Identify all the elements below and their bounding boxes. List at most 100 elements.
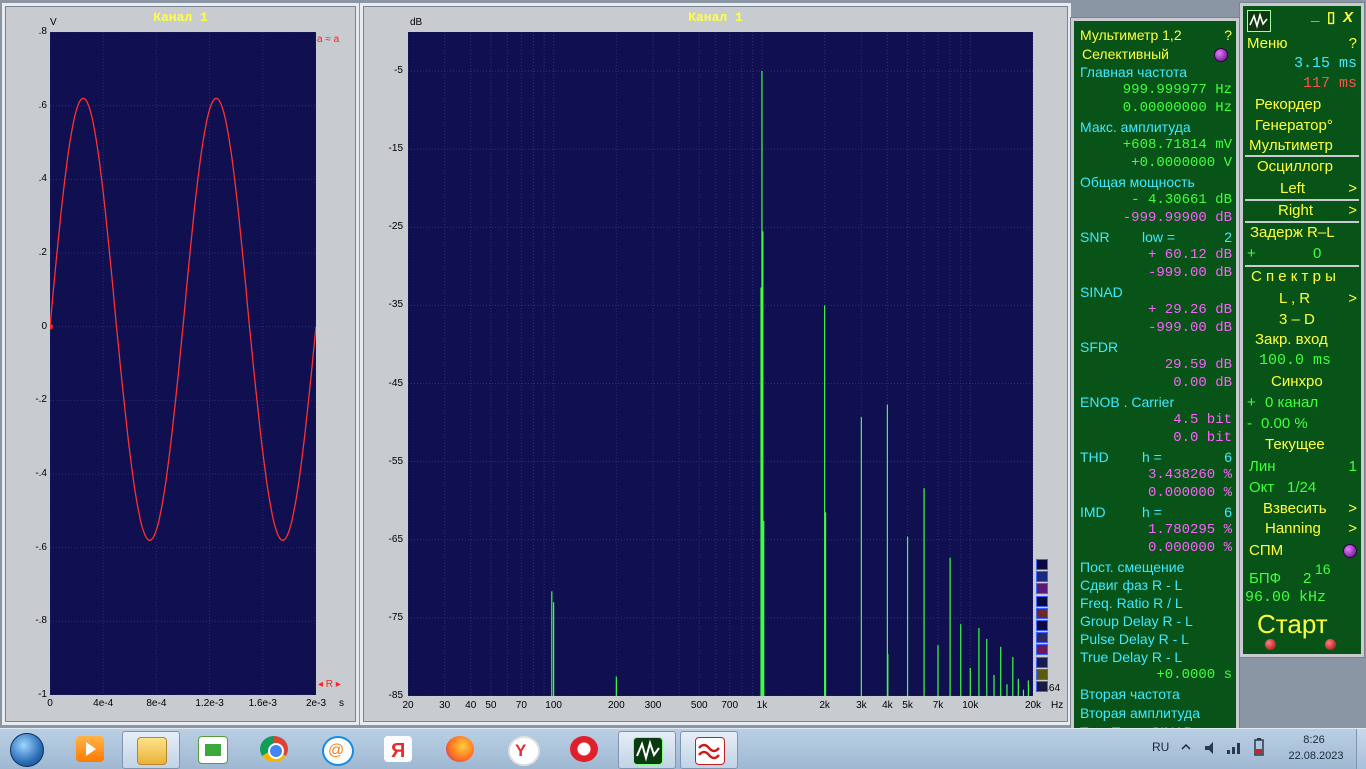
color-swatch[interactable] bbox=[1036, 681, 1048, 692]
link-pulse-delay[interactable]: Pulse Delay R - L bbox=[1080, 630, 1232, 648]
imd-h-value[interactable]: 6 bbox=[1080, 503, 1232, 521]
link-dc-offset[interactable]: Пост. смещение bbox=[1080, 558, 1232, 576]
sinad-1: + 29.26 dB bbox=[1080, 301, 1232, 319]
taskbar-media-player[interactable] bbox=[62, 731, 118, 767]
multimeter-help-button[interactable]: ? bbox=[1080, 26, 1232, 44]
oscilloscope-plot[interactable] bbox=[50, 32, 316, 695]
generator-button[interactable]: Генератор° bbox=[1255, 116, 1357, 136]
taskbar-yandex[interactable]: Я bbox=[370, 731, 426, 767]
time-value-1: 3.15 ms bbox=[1247, 54, 1357, 74]
link-true-delay[interactable]: True Delay R - L bbox=[1080, 648, 1232, 666]
osc-grid bbox=[50, 32, 316, 695]
show-desktop-button[interactable] bbox=[1356, 729, 1366, 769]
start-button[interactable]: Старт bbox=[1257, 609, 1357, 639]
taskbar-yandex-browser[interactable]: Y bbox=[494, 731, 550, 767]
link-freq-ratio[interactable]: Freq. Ratio R / L bbox=[1080, 594, 1232, 612]
clock-time[interactable]: 8:26 bbox=[1294, 734, 1334, 746]
minimize-button[interactable]: _ bbox=[1311, 6, 1325, 26]
link-phase-shift[interactable]: Сдвиг фаз R - L bbox=[1080, 576, 1232, 594]
left-arrow[interactable]: > bbox=[1247, 179, 1357, 199]
sample-rate[interactable]: 96.00 kHz bbox=[1245, 588, 1357, 608]
taskbar-opera[interactable] bbox=[556, 731, 612, 767]
fft-exponent[interactable]: 16 bbox=[1315, 559, 1357, 579]
current-label[interactable]: Текущее bbox=[1265, 435, 1357, 455]
menu-help-button[interactable]: ? bbox=[1247, 34, 1357, 54]
color-swatch[interactable] bbox=[1036, 657, 1048, 668]
color-swatch[interactable] bbox=[1036, 571, 1048, 582]
taskbar-file-explorer[interactable] bbox=[122, 731, 180, 769]
lin-value[interactable]: 1 bbox=[1247, 457, 1357, 477]
color-swatch[interactable] bbox=[1036, 608, 1048, 619]
control-panel[interactable]: _ ▯ X Меню ? 3.15 ms 117 ms Рекордер Ген… bbox=[1240, 3, 1364, 657]
close-button[interactable]: X bbox=[1343, 8, 1357, 28]
lr-arrow[interactable]: > bbox=[1247, 289, 1357, 309]
osc-trigger-marker[interactable] bbox=[50, 324, 53, 330]
mode-label[interactable]: Селективный bbox=[1082, 45, 1232, 63]
spec-x-tick: 20 bbox=[388, 700, 428, 711]
oscillograph-button[interactable]: Осциллогр bbox=[1257, 157, 1357, 177]
second-freq-link[interactable]: Вторая частота bbox=[1080, 685, 1232, 703]
osc-corner-bottom[interactable]: ◂ R ▸ bbox=[318, 679, 341, 690]
snr-1: + 60.12 dB bbox=[1080, 246, 1232, 264]
mode-indicator[interactable] bbox=[1214, 48, 1228, 62]
mail-ru-glyph: @ bbox=[324, 738, 348, 760]
battery-icon[interactable] bbox=[1252, 737, 1266, 757]
oct-value[interactable]: 1/24 bbox=[1287, 478, 1357, 498]
closed-input-label[interactable]: Закр. вход bbox=[1255, 330, 1357, 350]
start-left-led bbox=[1265, 639, 1276, 650]
weigh-arrow[interactable]: > bbox=[1247, 499, 1357, 519]
volume-icon[interactable] bbox=[1204, 740, 1218, 756]
color-swatch[interactable] bbox=[1036, 559, 1048, 570]
spec-y-tick: -55 bbox=[367, 456, 403, 467]
show-hidden-icons-button[interactable] bbox=[1180, 741, 1192, 753]
link-group-delay[interactable]: Group Delay R - L bbox=[1080, 612, 1232, 630]
snr-low-value[interactable]: 2 bbox=[1080, 228, 1232, 246]
start-button[interactable] bbox=[6, 731, 46, 767]
recorder-button[interactable]: Рекордер bbox=[1255, 95, 1357, 115]
svg-text:@: @ bbox=[328, 742, 344, 759]
power-2: -999.99900 dB bbox=[1080, 209, 1232, 227]
multimeter-panel[interactable]: Мультиметр 1,2 ? Селективный Главная час… bbox=[1071, 18, 1239, 738]
delay-value[interactable]: 0 bbox=[1313, 244, 1357, 264]
taskbar-chrome[interactable] bbox=[246, 731, 302, 767]
thd-1: 3.438260 % bbox=[1080, 466, 1232, 484]
imd-2: 0.000000 % bbox=[1080, 539, 1232, 557]
taskbar-firefox[interactable] bbox=[432, 731, 488, 767]
color-swatch[interactable] bbox=[1036, 632, 1048, 643]
sync-channel[interactable]: 0 канал bbox=[1265, 393, 1357, 413]
spectra-button[interactable]: С п е к т р ы bbox=[1251, 267, 1357, 287]
3d-button[interactable]: 3 – D bbox=[1279, 310, 1357, 330]
closed-input-value[interactable]: 100.0 ms bbox=[1259, 351, 1357, 371]
maximize-button[interactable]: ▯ bbox=[1327, 8, 1341, 28]
spectrum-window[interactable]: Канал 1 dB -5-15-25-35-45-55-65-75-85 20… bbox=[360, 3, 1071, 725]
color-swatch[interactable] bbox=[1036, 596, 1048, 607]
taskbar-spectrum-analyzer[interactable] bbox=[618, 731, 676, 769]
language-indicator[interactable]: RU bbox=[1152, 740, 1169, 754]
right-arrow[interactable]: > bbox=[1247, 201, 1357, 221]
color-swatch[interactable] bbox=[1036, 644, 1048, 655]
network-signal-icon[interactable] bbox=[1226, 739, 1244, 755]
osc-y-tick: .8 bbox=[11, 26, 47, 37]
oscilloscope-window[interactable]: Канал 1 V .8.6.4.20-.2-.4-.6-.8-1 04e-48… bbox=[2, 3, 359, 725]
spec-y-tick: -25 bbox=[367, 221, 403, 232]
multimeter-button[interactable]: Мультиметр bbox=[1249, 136, 1357, 156]
window-function-arrow[interactable]: > bbox=[1247, 519, 1357, 539]
spec-y-tick: -75 bbox=[367, 612, 403, 623]
spec-x-tick: 10k bbox=[950, 700, 990, 711]
color-swatch[interactable] bbox=[1036, 669, 1048, 680]
taskbar-mail-app[interactable] bbox=[184, 731, 240, 767]
sync-percent[interactable]: 0.00 % bbox=[1261, 414, 1357, 434]
second-amp-link[interactable]: Вторая амплитуда bbox=[1080, 704, 1232, 722]
spm-indicator[interactable] bbox=[1343, 544, 1357, 558]
color-swatch[interactable] bbox=[1036, 583, 1048, 594]
main-freq-1: 999.999977 Hz bbox=[1080, 81, 1232, 99]
taskbar-mail-ru[interactable]: @ bbox=[308, 731, 364, 767]
clock-date[interactable]: 22.08.2023 bbox=[1284, 750, 1348, 762]
osc-y-tick: .6 bbox=[11, 100, 47, 111]
spectrum-plot[interactable] bbox=[408, 32, 1033, 696]
thd-h-value[interactable]: 6 bbox=[1080, 448, 1232, 466]
osc-corner-top[interactable]: a ≈ a bbox=[317, 34, 339, 45]
color-swatch[interactable] bbox=[1036, 620, 1048, 631]
taskbar-signal-generator[interactable] bbox=[680, 731, 738, 769]
spm-label[interactable]: СПМ bbox=[1249, 541, 1357, 561]
